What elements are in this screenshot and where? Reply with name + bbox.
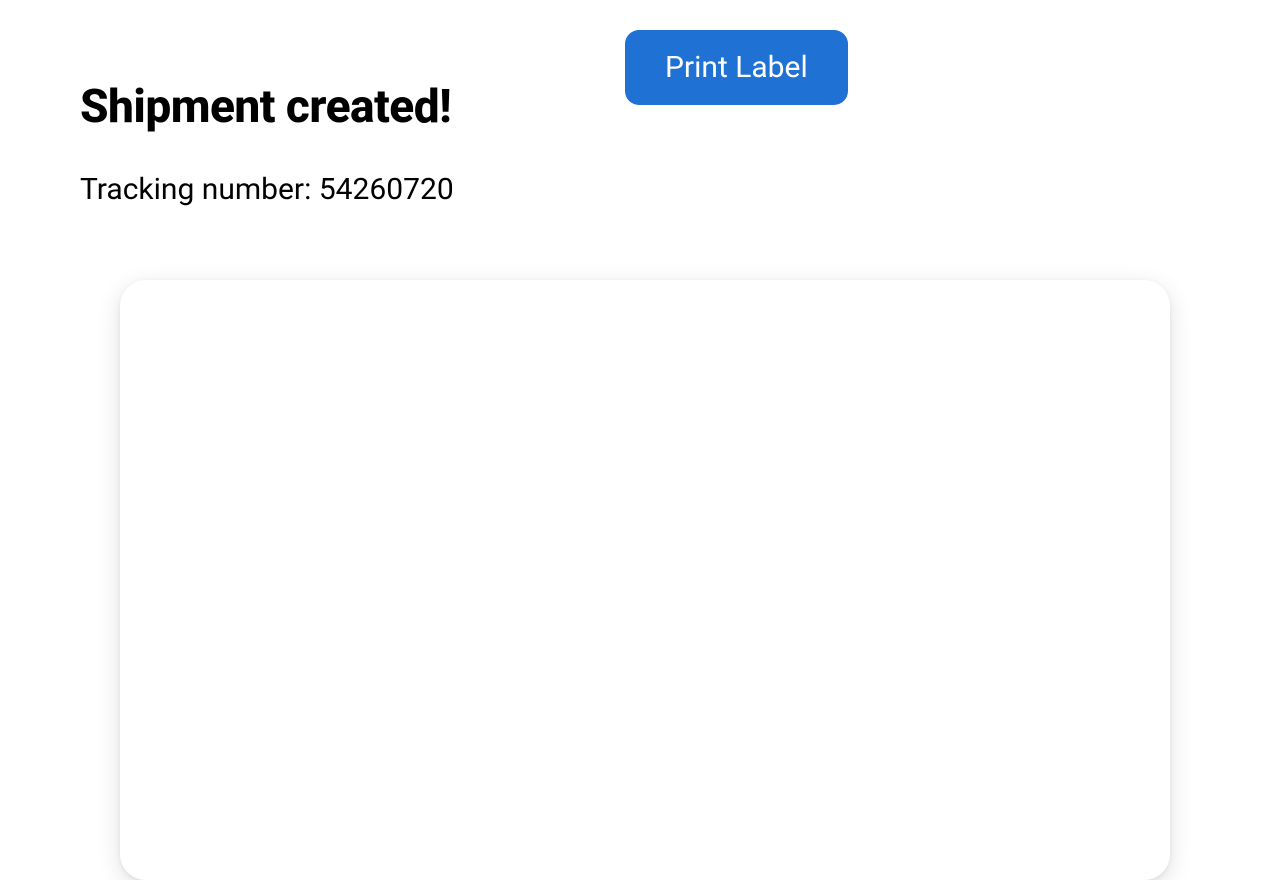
print-label-button[interactable]: Print Label <box>625 30 848 105</box>
tracking-number-value: 54260720 <box>319 172 454 207</box>
tracking-label: Tracking number: <box>80 172 319 207</box>
shipping-label-card <box>120 280 1170 880</box>
tracking-number-line: Tracking number: 54260720 <box>80 172 1200 207</box>
header-area: Print Label Shipment created! Tracking n… <box>0 0 1280 207</box>
